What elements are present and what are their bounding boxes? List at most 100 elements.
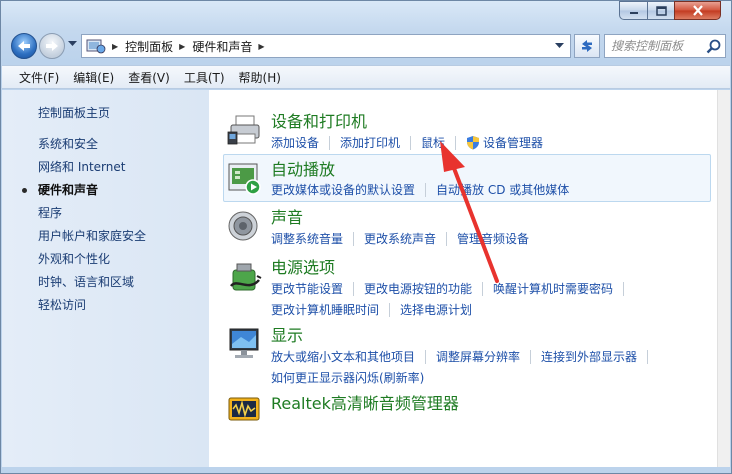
category-autoplay: 自动播放 更改媒体或设备的默认设置 自动播放 CD 或其他媒体 <box>223 154 711 202</box>
link-separator <box>530 349 532 364</box>
autoplay-icon <box>228 163 261 195</box>
menu-help[interactable]: 帮助(H) <box>232 69 288 86</box>
sidebar-item-system-security[interactable]: 系统和安全 <box>38 136 146 159</box>
link-separator <box>446 231 448 246</box>
breadcrumb-control-panel[interactable]: 控制面板 <box>125 38 173 55</box>
link-add-device[interactable]: 添加设备 <box>271 134 319 151</box>
link-mouse[interactable]: 鼠标 <box>421 134 445 151</box>
category-display: 显示 放大或缩小文本和其他项目 调整屏幕分辨率 连接到外部显示器 如何更正显示器… <box>223 322 711 388</box>
sidebar-item-ease-of-access[interactable]: 轻松访问 <box>38 297 146 320</box>
sidebar-item-appearance[interactable]: 外观和个性化 <box>38 251 146 274</box>
breadcrumb-separator[interactable]: ▶ <box>112 42 118 51</box>
menu-tools[interactable]: 工具(T) <box>177 69 232 86</box>
maximize-icon <box>655 5 667 16</box>
link-fix-flicker[interactable]: 如何更正显示器闪烁(刷新率) <box>271 369 424 386</box>
link-change-sleep-time[interactable]: 更改计算机睡眠时间 <box>271 301 379 318</box>
link-separator <box>389 302 391 317</box>
minimize-button[interactable] <box>619 1 647 20</box>
control-panel-window: ▶ 控制面板 ▶ 硬件和声音 ▶ 文件(F) 编辑(E) 查看(V) 工具(T) <box>0 0 732 474</box>
link-line: 放大或缩小文本和其他项目 调整屏幕分辨率 连接到外部显示器 <box>271 346 658 367</box>
link-separator <box>410 135 412 150</box>
link-separator <box>647 349 649 364</box>
main-content: 设备和打印机 添加设备 添加打印机 鼠标 设备管理器 自动播放 更改媒体或设备的… <box>209 90 717 467</box>
speaker-icon <box>228 211 258 241</box>
link-separator <box>623 281 625 296</box>
link-adjust-volume[interactable]: 调整系统音量 <box>271 230 343 247</box>
category-title[interactable]: 显示 <box>271 322 303 346</box>
sidebar-item-clock-language-region[interactable]: 时钟、语言和区域 <box>38 274 146 297</box>
sidebar-home-link[interactable]: 控制面板主页 <box>38 104 110 121</box>
link-adjust-resolution[interactable]: 调整屏幕分辨率 <box>436 348 520 365</box>
category-power-options: 电源选项 更改节能设置 更改电源按钮的功能 唤醒计算机时需要密码 更改计算机睡眠… <box>223 254 711 320</box>
control-panel-icon <box>86 39 106 54</box>
close-button[interactable] <box>674 1 721 20</box>
refresh-button[interactable] <box>574 34 600 58</box>
category-title[interactable]: 设备和打印机 <box>271 108 367 132</box>
link-choose-power-plan[interactable]: 选择电源计划 <box>400 301 472 318</box>
category-realtek-audio: Realtek高清晰音频管理器 <box>223 390 711 426</box>
breadcrumb-separator[interactable]: ▶ <box>258 42 264 51</box>
link-manage-audio-devices[interactable]: 管理音频设备 <box>457 230 529 247</box>
link-separator <box>482 281 484 296</box>
link-separator <box>425 349 427 364</box>
menu-edit[interactable]: 编辑(E) <box>66 69 121 86</box>
link-line: 更改节能设置 更改电源按钮的功能 唤醒计算机时需要密码 <box>271 278 634 299</box>
back-button[interactable] <box>11 33 37 59</box>
link-device-manager[interactable]: 设备管理器 <box>483 134 543 151</box>
link-line: 更改计算机睡眠时间 选择电源计划 <box>271 299 634 320</box>
display-icon <box>229 328 259 358</box>
sidebar: 控制面板主页 系统和安全 网络和 Internet 硬件和声音 程序 用户帐户和… <box>2 90 209 467</box>
link-add-printer[interactable]: 添加打印机 <box>340 134 400 151</box>
navigation-bar: ▶ 控制面板 ▶ 硬件和声音 ▶ <box>9 31 726 61</box>
link-separator <box>353 281 355 296</box>
sidebar-item-user-accounts[interactable]: 用户帐户和家庭安全 <box>38 228 146 251</box>
search-input[interactable] <box>611 39 707 53</box>
uac-shield-icon <box>467 136 480 150</box>
close-icon <box>692 5 703 16</box>
link-line: 更改媒体或设备的默认设置 自动播放 CD 或其他媒体 <box>271 179 569 200</box>
category-title[interactable]: 电源选项 <box>271 254 335 278</box>
link-change-system-sounds[interactable]: 更改系统声音 <box>364 230 436 247</box>
arrow-right-icon <box>46 41 58 51</box>
link-separator <box>353 231 355 246</box>
address-bar[interactable]: ▶ 控制面板 ▶ 硬件和声音 ▶ <box>81 34 571 58</box>
link-separator <box>455 135 457 150</box>
category-title[interactable]: 声音 <box>271 204 303 228</box>
vertical-scrollbar[interactable] <box>717 90 730 467</box>
link-line: 调整系统音量 更改系统声音 管理音频设备 <box>271 228 529 249</box>
category-title[interactable]: Realtek高清晰音频管理器 <box>271 390 459 414</box>
breadcrumb-hardware-and-sound[interactable]: 硬件和声音 <box>192 38 252 55</box>
category-links: 添加设备 添加打印机 鼠标 设备管理器 <box>271 132 543 153</box>
category-links: 更改节能设置 更改电源按钮的功能 唤醒计算机时需要密码 更改计算机睡眠时间 选择… <box>271 278 634 320</box>
link-zoom-text[interactable]: 放大或缩小文本和其他项目 <box>271 348 415 365</box>
menu-file[interactable]: 文件(F) <box>12 69 66 86</box>
category-title[interactable]: 自动播放 <box>271 156 335 180</box>
menu-view[interactable]: 查看(V) <box>121 69 177 86</box>
search-box[interactable] <box>604 34 726 58</box>
realtek-audio-icon <box>228 397 260 421</box>
category-links: 更改媒体或设备的默认设置 自动播放 CD 或其他媒体 <box>271 179 569 200</box>
recent-pages-dropdown-icon[interactable] <box>68 41 77 47</box>
power-options-icon <box>230 263 262 291</box>
sidebar-item-hardware-sound: 硬件和声音 <box>21 182 146 205</box>
address-dropdown-icon[interactable] <box>555 43 564 49</box>
link-power-button-function[interactable]: 更改电源按钮的功能 <box>364 280 472 297</box>
sidebar-nav-list: 系统和安全 网络和 Internet 硬件和声音 程序 用户帐户和家庭安全 外观… <box>21 136 146 320</box>
search-icon[interactable] <box>706 39 721 54</box>
breadcrumb-separator[interactable]: ▶ <box>179 42 185 51</box>
maximize-button[interactable] <box>647 1 674 20</box>
menu-bar: 文件(F) 编辑(E) 查看(V) 工具(T) 帮助(H) <box>2 65 730 89</box>
link-change-power-saving[interactable]: 更改节能设置 <box>271 280 343 297</box>
link-separator <box>329 135 331 150</box>
sidebar-item-programs[interactable]: 程序 <box>38 205 146 228</box>
link-require-password-on-wake[interactable]: 唤醒计算机时需要密码 <box>493 280 613 297</box>
link-connect-external-display[interactable]: 连接到外部显示器 <box>541 348 637 365</box>
link-autoplay-cd[interactable]: 自动播放 CD 或其他媒体 <box>436 181 569 198</box>
link-change-media-defaults[interactable]: 更改媒体或设备的默认设置 <box>271 181 415 198</box>
sidebar-item-network-internet[interactable]: 网络和 Internet <box>38 159 146 182</box>
printer-icon <box>227 115 260 145</box>
arrow-left-icon <box>18 41 30 51</box>
minimize-icon <box>629 11 638 14</box>
forward-button[interactable] <box>39 33 65 59</box>
category-links: 放大或缩小文本和其他项目 调整屏幕分辨率 连接到外部显示器 如何更正显示器闪烁(… <box>271 346 658 388</box>
